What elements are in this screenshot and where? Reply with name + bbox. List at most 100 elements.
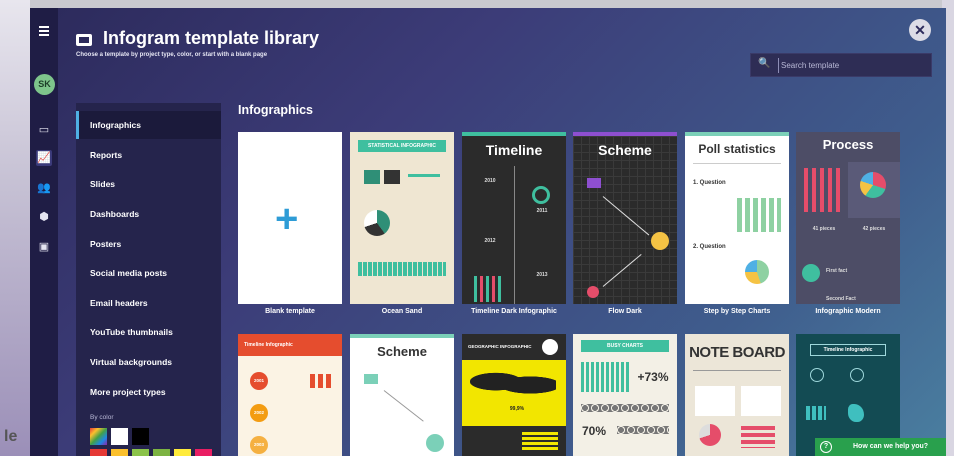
template-thumbnail: Process 41 pieces 42 pieces First fact S… [796,132,900,304]
page-subtitle: Choose a template by project type, color… [76,52,268,58]
cube-icon[interactable]: ⬢ [36,209,52,225]
color-swatch-red[interactable] [90,449,107,456]
timeline-year: 2011 [536,208,548,214]
search-box[interactable]: 🔍 [750,53,932,77]
bar-graphic [522,432,558,452]
stat-value: 99,9% [509,406,525,412]
template-label: Timeline Dark Infographic [471,308,557,315]
sidebar-item-more-project-types[interactable]: More project types [76,378,221,406]
flow-arrow [602,196,650,236]
template-heading: Scheme [598,142,652,158]
project-type-sidebar: Infographics Reports Slides Dashboards P… [76,103,221,456]
color-swatch-lightgreen[interactable] [132,449,149,456]
template-heading: Timeline Infographic [244,342,293,348]
note-card [695,386,735,416]
sidebar-item-email-headers[interactable]: Email headers [76,289,221,317]
template-card-blank[interactable]: + Blank template [238,132,342,315]
flow-arrow [602,253,642,287]
team-icon[interactable]: 👥 [36,180,52,196]
inbox-icon[interactable]: ▭ [36,122,52,138]
color-swatch-yellow[interactable] [111,449,128,456]
template-heading: BUSY CHARTS [581,340,669,352]
template-label: Flow Dark [608,308,642,315]
timeline-year: 2002 [253,410,264,415]
chart-icon[interactable]: 📈 [36,150,52,166]
color-swatch-all[interactable] [90,428,107,445]
template-heading: STATISTICAL INFOGRAPHIC [358,140,446,152]
template-thumbnail: Scheme [350,334,454,456]
stat-label: 42 pieces [862,226,886,232]
bar-graphic [581,362,631,392]
close-button[interactable]: ✕ [909,19,931,41]
question-label: 2. Question [693,244,726,250]
bulb-icon [587,286,599,298]
template-card-timeline-infographic-light[interactable]: Timeline Infographic 2001 2002 2003 [238,334,342,456]
image-icon[interactable]: ▣ [36,239,52,255]
sidebar-item-dashboards[interactable]: Dashboards [76,200,221,228]
template-card-flow-dark[interactable]: Scheme Flow Dark [573,132,677,315]
app-rail: SK ▭ 📈 👥 ⬢ ▣ [30,8,58,456]
sidebar-item-social-media-posts[interactable]: Social media posts [76,259,221,287]
color-swatch-black[interactable] [132,428,149,445]
screen: le SK ▭ 📈 👥 ⬢ ▣ Infogram template librar… [0,0,954,456]
fact-label: Second Fact [826,296,856,302]
template-card-geographic-infographic[interactable]: GEOGRAPHIC INFOGRAPHIC 99,9% [462,334,566,456]
template-library-modal: SK ▭ 📈 👥 ⬢ ▣ Infogram template library C… [30,8,946,456]
template-label: Step by Step Charts [703,308,771,315]
template-card-infographic-modern[interactable]: Process 41 pieces 42 pieces First fact S… [796,132,900,315]
color-swatch-green[interactable] [153,449,170,456]
sidebar-item-virtual-backgrounds[interactable]: Virtual backgrounds [76,348,221,376]
by-color-label: By color [90,414,114,421]
sidebar-item-posters[interactable]: Posters [76,230,221,258]
stat-label: 41 pieces [812,226,836,232]
template-heading: Timeline Infographic [810,344,886,356]
search-divider [778,58,779,73]
person-icon [651,232,669,250]
template-card-step-by-step-charts[interactable]: Poll statistics 1. Question 2. Question … [685,132,789,315]
menu-icon[interactable] [36,24,52,40]
user-icon [802,264,820,282]
sidebar-item-youtube-thumbnails[interactable]: YouTube thumbnails [76,318,221,346]
sidebar-item-reports[interactable]: Reports [76,141,221,169]
sidebar-item-slides[interactable]: Slides [76,170,221,198]
sidebar-item-infographics[interactable]: Infographics [76,111,221,139]
house-icon [384,170,400,184]
world-map-graphic [470,368,556,402]
template-thumbnail: GEOGRAPHIC INFOGRAPHIC 99,9% [462,334,566,456]
template-card-scheme-light[interactable]: Scheme [350,334,454,456]
color-swatch-lemon[interactable] [174,449,191,456]
bar-graphic [806,406,826,420]
flag-icon [587,178,601,188]
question-label: 1. Question [693,180,726,186]
template-label: Ocean Sand [381,308,423,315]
bar-graphic [310,374,334,388]
drop-icon [542,339,558,355]
template-thumbnail: Timeline 2010 2011 2012 2013 [462,132,566,304]
template-card-note-board[interactable]: NOTE BOARD [685,334,789,456]
pie-chart-graphic [745,260,769,284]
template-heading: GEOGRAPHIC INFOGRAPHIC [468,344,532,349]
template-card-ocean-sand[interactable]: STATISTICAL INFOGRAPHIC Ocean Sand [350,132,454,315]
year-circle [810,368,824,382]
stat-value: 70% [581,424,607,438]
template-label: Infographic Modern [815,308,881,315]
template-card-timeline-dark[interactable]: Timeline 2010 2011 2012 2013 Timeline Da… [462,132,566,315]
close-icon: ✕ [914,22,926,38]
question-icon: ? [820,441,832,453]
template-heading: NOTE BOARD [689,344,785,361]
help-chat-button[interactable]: ? How can we help you? [815,438,946,456]
template-heading: Scheme [377,344,427,359]
avatar[interactable]: SK [34,74,55,95]
donut-graphic [699,424,721,446]
template-thumbnail: Poll statistics 1. Question 2. Question [685,132,789,304]
text-line [408,174,440,177]
template-card-busy-charts[interactable]: BUSY CHARTS +73% 70% [573,334,677,456]
template-heading: Process [822,137,874,152]
divider [693,370,781,371]
template-thumbnail: Scheme [573,132,677,304]
search-input[interactable] [781,57,929,73]
note-card [741,386,781,416]
color-swatch-white[interactable] [111,428,128,445]
color-swatch-pink[interactable] [195,449,212,456]
bar-graphic [741,426,775,448]
